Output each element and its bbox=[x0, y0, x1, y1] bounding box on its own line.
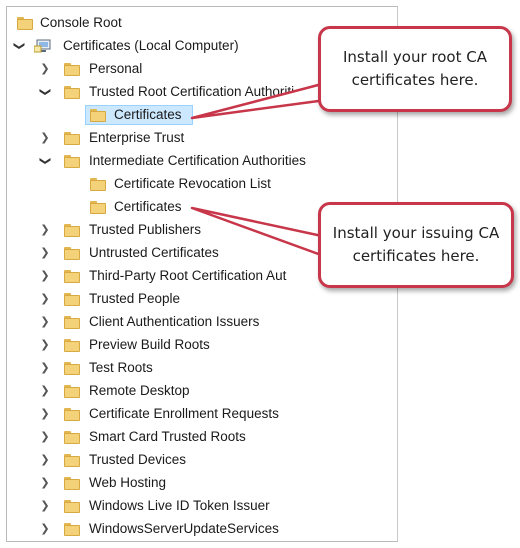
tree-node-client-auth-issuers[interactable]: ❯ Client Authentication Issuers bbox=[7, 311, 397, 333]
chevron-right-icon[interactable]: ❯ bbox=[39, 265, 51, 287]
chevron-down-icon[interactable]: ❯ bbox=[34, 86, 56, 98]
tree-node-label: Client Authentication Issuers bbox=[89, 314, 260, 329]
folder-icon bbox=[90, 178, 106, 191]
tree-node-test-roots[interactable]: ❯ Test Roots bbox=[7, 357, 397, 379]
chevron-right-icon[interactable]: ❯ bbox=[39, 380, 51, 402]
folder-icon bbox=[90, 201, 106, 214]
chevron-right-icon[interactable]: ❯ bbox=[39, 127, 51, 149]
tree-node-preview-build-roots[interactable]: ❯ Preview Build Roots bbox=[7, 334, 397, 356]
root-ca-callout: Install your root CA certificates here. bbox=[318, 26, 512, 112]
tree-node-intermediate-ca[interactable]: ❯ Intermediate Certification Authorities bbox=[7, 150, 397, 172]
folder-icon bbox=[17, 17, 33, 30]
tree-node-label: Trusted Publishers bbox=[89, 222, 202, 237]
tree-node-label: Trusted People bbox=[89, 291, 181, 306]
issuing-ca-callout: Install your issuing CA certificates her… bbox=[318, 202, 514, 288]
tree-node-label: Certificate Enrollment Requests bbox=[89, 406, 279, 421]
folder-icon bbox=[64, 247, 80, 260]
folder-icon bbox=[90, 109, 106, 122]
folder-icon bbox=[64, 224, 80, 237]
folder-icon bbox=[64, 316, 80, 329]
folder-icon bbox=[64, 293, 80, 306]
tree-node-label: Certificates (Local Computer) bbox=[63, 38, 239, 53]
folder-icon bbox=[64, 431, 80, 444]
chevron-right-icon[interactable]: ❯ bbox=[39, 219, 51, 241]
callout-line: Install your issuing CA bbox=[332, 224, 500, 242]
tree-node-label: Trusted Devices bbox=[89, 452, 187, 467]
folder-icon bbox=[64, 385, 80, 398]
tree-node-label: WindowsServerUpdateServices bbox=[89, 521, 279, 536]
tree-node-label: Windows Live ID Token Issuer bbox=[89, 498, 270, 513]
certificate-store-icon bbox=[34, 39, 51, 53]
tree-node-label: Untrusted Certificates bbox=[89, 245, 219, 260]
chevron-right-icon[interactable]: ❯ bbox=[39, 334, 51, 356]
folder-icon bbox=[64, 270, 80, 283]
tree-node-label: Certificates bbox=[114, 199, 182, 214]
tree-node-enrollment-requests[interactable]: ❯ Certificate Enrollment Requests bbox=[7, 403, 397, 425]
folder-icon bbox=[64, 362, 80, 375]
chevron-right-icon[interactable]: ❯ bbox=[39, 426, 51, 448]
chevron-down-icon[interactable]: ❯ bbox=[8, 40, 30, 52]
callout-line: certificates here. bbox=[352, 247, 480, 265]
folder-icon bbox=[64, 63, 80, 76]
tree-node-label: Smart Card Trusted Roots bbox=[89, 429, 246, 444]
tree-node-trusted-people[interactable]: ❯ Trusted People bbox=[7, 288, 397, 310]
tree-node-web-hosting[interactable]: ❯ Web Hosting bbox=[7, 472, 397, 494]
tree-node-label: Remote Desktop bbox=[89, 383, 190, 398]
tree-node-label: Certificates bbox=[114, 107, 182, 122]
tree-node-label: Third-Party Root Certification Aut bbox=[89, 268, 287, 283]
folder-icon bbox=[64, 408, 80, 421]
folder-icon bbox=[64, 155, 80, 168]
chevron-right-icon[interactable]: ❯ bbox=[39, 58, 51, 80]
chevron-right-icon[interactable]: ❯ bbox=[39, 288, 51, 310]
folder-icon bbox=[64, 523, 80, 536]
chevron-right-icon[interactable]: ❯ bbox=[39, 495, 51, 517]
tree-node-label: Console Root bbox=[40, 15, 122, 30]
chevron-right-icon[interactable]: ❯ bbox=[39, 518, 51, 540]
tree-node-crl[interactable]: Certificate Revocation List bbox=[7, 173, 397, 195]
tree-node-enterprise-trust[interactable]: ❯ Enterprise Trust bbox=[7, 127, 397, 149]
callout-line: certificates here. bbox=[351, 71, 479, 89]
chevron-right-icon[interactable]: ❯ bbox=[39, 357, 51, 379]
tree-node-label: Preview Build Roots bbox=[89, 337, 210, 352]
tree-node-label: Web Hosting bbox=[89, 475, 167, 490]
tree-node-live-id-issuer[interactable]: ❯ Windows Live ID Token Issuer bbox=[7, 495, 397, 517]
tree-node-smart-card-roots[interactable]: ❯ Smart Card Trusted Roots bbox=[7, 426, 397, 448]
tree-node-label: Intermediate Certification Authorities bbox=[89, 153, 306, 168]
chevron-right-icon[interactable]: ❯ bbox=[39, 449, 51, 471]
chevron-down-icon[interactable]: ❯ bbox=[34, 155, 56, 167]
folder-icon bbox=[64, 132, 80, 145]
tree-node-label: Personal bbox=[89, 61, 143, 76]
callout-line: Install your root CA bbox=[343, 48, 487, 66]
folder-icon bbox=[64, 86, 80, 99]
tree-node-label: Enterprise Trust bbox=[89, 130, 185, 145]
folder-icon bbox=[64, 339, 80, 352]
tree-node-wsus[interactable]: ❯ WindowsServerUpdateServices bbox=[7, 518, 397, 540]
folder-icon bbox=[64, 454, 80, 467]
tree-node-label: Certificate Revocation List bbox=[114, 176, 271, 191]
tree-node-label: Trusted Root Certification Authoriti bbox=[89, 84, 295, 99]
chevron-right-icon[interactable]: ❯ bbox=[39, 403, 51, 425]
tree-node-remote-desktop[interactable]: ❯ Remote Desktop bbox=[7, 380, 397, 402]
folder-icon bbox=[64, 500, 80, 513]
folder-icon bbox=[64, 477, 80, 490]
chevron-right-icon[interactable]: ❯ bbox=[39, 472, 51, 494]
tree-node-trusted-devices[interactable]: ❯ Trusted Devices bbox=[7, 449, 397, 471]
chevron-right-icon[interactable]: ❯ bbox=[39, 242, 51, 264]
chevron-right-icon[interactable]: ❯ bbox=[39, 311, 51, 333]
tree-node-label: Test Roots bbox=[89, 360, 153, 375]
